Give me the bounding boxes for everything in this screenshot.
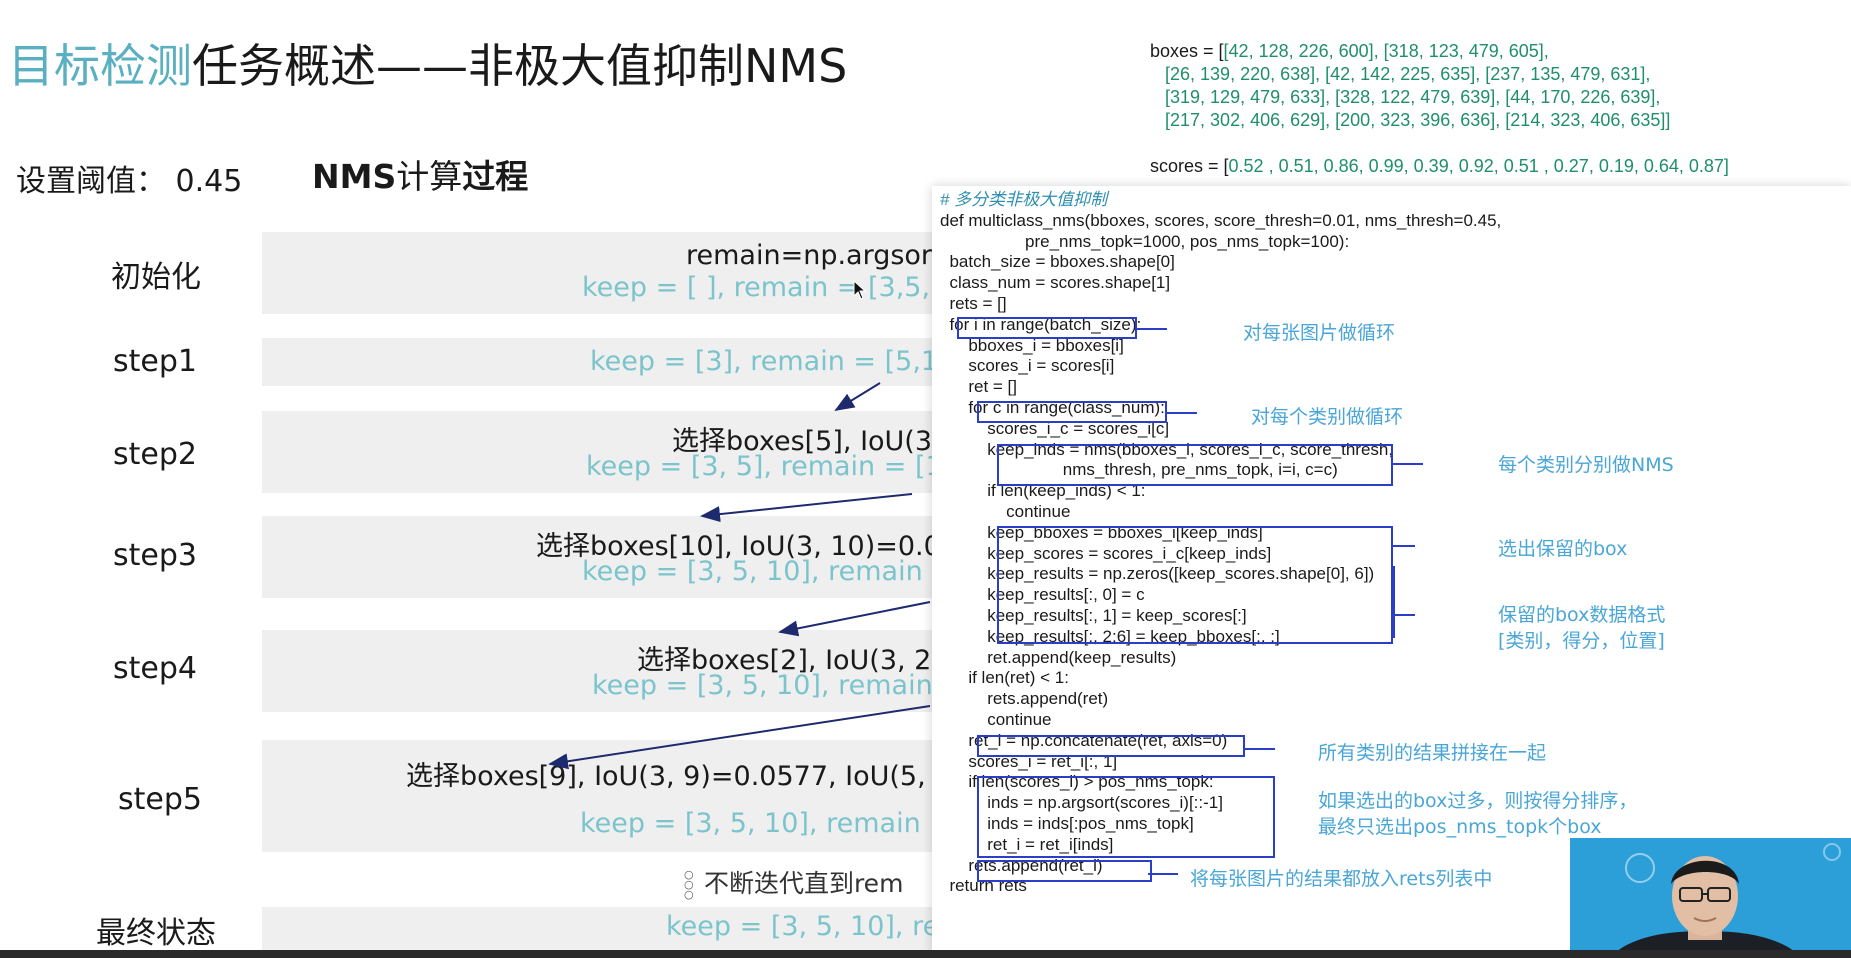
code-line: rets = [] bbox=[940, 293, 1007, 313]
connector-batch-loop bbox=[1137, 328, 1167, 330]
step2-line-2: keep = [3, 5], remain = [10 bbox=[586, 451, 960, 482]
step5-line-1: 选择boxes[9], IoU(3, 9)=0.0577, IoU(5, 9 bbox=[406, 761, 952, 792]
highlight-concatenate bbox=[977, 735, 1245, 757]
threshold-label: 设置阈值： 0.45 bbox=[16, 164, 243, 199]
slide-title-rest: 任务概述——非极大值抑制NMS bbox=[192, 39, 848, 93]
step-label-init: 初始化 bbox=[111, 260, 201, 295]
boxes-line-2: [26, 139, 220, 638], [42, 142, 225, 635]… bbox=[1165, 64, 1651, 84]
code-line: scores_i = scores[i] bbox=[940, 356, 1115, 376]
init-line-1: remain=np.argsor bbox=[686, 240, 933, 271]
step-row-step2: 选择boxes[5], IoU(3 keep = [3, 5], remain … bbox=[262, 411, 962, 493]
step-row-step1: keep = [3], remain = [5,10 bbox=[262, 338, 962, 386]
nms-heading-part1: NMS bbox=[312, 157, 397, 196]
step-row-step5: 选择boxes[9], IoU(3, 9)=0.0577, IoU(5, 9 k… bbox=[262, 740, 962, 852]
scores-values: 0.52 , 0.51, 0.86, 0.99, 0.39, 0.92, 0.5… bbox=[1228, 156, 1729, 176]
continue-row: ○ ○ ○ 不断迭代直到rem bbox=[684, 864, 903, 900]
step-label-step4: step4 bbox=[113, 651, 197, 686]
boxes-line-4: [217, 302, 406, 629], [200, 323, 396, 63… bbox=[1165, 110, 1671, 130]
boxes-line-1: [42, 128, 226, 600], [318, 123, 479, 605… bbox=[1223, 41, 1549, 61]
step-label-step2: step2 bbox=[113, 437, 197, 472]
step5-line-2: keep = [3, 5, 10], remain = bbox=[580, 808, 952, 839]
highlight-class-loop bbox=[977, 401, 1167, 423]
bottom-bar bbox=[0, 950, 1851, 958]
step-row-step3: 选择boxes[10], IoU(3, 10)=0.0 keep = [3, 5… bbox=[262, 516, 962, 598]
note-append-rets: 将每张图片的结果都放入rets列表中 bbox=[1190, 868, 1493, 890]
continue-text: 不断迭代直到rem bbox=[703, 869, 904, 898]
step-row-final: keep = [3, 5, 10], ren bbox=[262, 907, 962, 951]
connector-kept-format bbox=[1393, 614, 1415, 616]
note-loop-classes: 对每个类别做循环 bbox=[1251, 406, 1404, 428]
highlight-append-rets bbox=[977, 860, 1152, 882]
note-kept-format-1: 保留的box数据格式 bbox=[1498, 604, 1666, 626]
connector-nms-call bbox=[1393, 463, 1423, 465]
connector-concatenate bbox=[1245, 748, 1275, 750]
step-label-step5: step5 bbox=[118, 782, 202, 817]
code-line: class_num = scores.shape[1] bbox=[940, 273, 1171, 293]
note-nms-per-class: 每个类别分别做NMS bbox=[1498, 454, 1674, 476]
note-kept-format-2: [类别，得分，位置] bbox=[1498, 630, 1665, 652]
nms-heading-part2: 计算 bbox=[396, 157, 463, 196]
step-row-step4: 选择boxes[2], IoU(3, 2) keep = [3, 5, 10],… bbox=[262, 630, 962, 712]
note-loop-images: 对每张图片做循环 bbox=[1243, 322, 1396, 344]
code-line: continue bbox=[940, 709, 1052, 729]
step-label-final: 最终状态 bbox=[96, 916, 216, 951]
code-line: def multiclass_nms(bboxes, scores, score… bbox=[940, 210, 1502, 230]
code-line: continue bbox=[940, 501, 1071, 521]
presenter-webcam bbox=[1570, 838, 1851, 958]
connector-append-rets bbox=[1148, 873, 1178, 875]
bracket-kept-format bbox=[1393, 566, 1409, 638]
step-label-step1: step1 bbox=[113, 344, 197, 379]
boxes-prefix: boxes = [ bbox=[1150, 41, 1224, 61]
highlight-batch-loop bbox=[957, 317, 1137, 339]
arrow-step1-step2 bbox=[834, 382, 881, 412]
code-comment: # 多分类非极大值抑制 bbox=[940, 190, 1108, 209]
mouse-cursor-icon bbox=[853, 280, 867, 300]
slide-title-accent: 目标检测 bbox=[8, 39, 192, 93]
nms-heading: NMS计算过程 bbox=[312, 150, 528, 198]
note-select-kept: 选出保留的box bbox=[1498, 538, 1628, 560]
slide-title: 目标检测任务概述——非极大值抑制NMS bbox=[8, 30, 847, 96]
final-line-1: keep = [3, 5, 10], ren bbox=[666, 911, 957, 942]
top-code-block: boxes = [[42, 128, 226, 600], [318, 123,… bbox=[1150, 40, 1729, 178]
scores-prefix: scores = [ bbox=[1150, 156, 1229, 176]
arrow-step2-step3 bbox=[700, 493, 913, 523]
note-too-many-1: 如果选出的box过多，则按得分排序， bbox=[1318, 790, 1638, 812]
nms-heading-part3: 过程 bbox=[462, 157, 529, 196]
ellipsis-icon: ○ ○ ○ bbox=[684, 868, 694, 901]
highlight-nms-call bbox=[997, 444, 1393, 486]
connector-class-loop bbox=[1167, 412, 1197, 414]
code-line: ret = [] bbox=[940, 377, 1017, 397]
step4-line-2: keep = [3, 5, 10], remain bbox=[592, 670, 933, 701]
code-line: rets.append(ret) bbox=[940, 689, 1109, 709]
connector-select-kept bbox=[1393, 545, 1415, 547]
note-too-many-2: 最终只选出pos_nms_topk个box bbox=[1318, 816, 1602, 838]
code-line: ret.append(keep_results) bbox=[940, 647, 1177, 667]
code-line: if len(ret) < 1: bbox=[940, 668, 1069, 688]
init-line-2: keep = [ ], remain = [3,5,1 bbox=[582, 272, 948, 303]
step1-line-1: keep = [3], remain = [5,10 bbox=[590, 346, 956, 377]
note-concat-all: 所有类别的结果拼接在一起 bbox=[1318, 742, 1547, 764]
step-row-init: remain=np.argsor keep = [ ], remain = [3… bbox=[262, 232, 962, 314]
step-label-step3: step3 bbox=[113, 538, 197, 573]
highlight-topk bbox=[977, 776, 1275, 858]
arrow-step3-step4 bbox=[778, 601, 931, 637]
code-line: pre_nms_topk=1000, pos_nms_topk=100): bbox=[940, 231, 1350, 251]
code-line: batch_size = bboxes.shape[0] bbox=[940, 252, 1175, 272]
step3-line-2: keep = [3, 5, 10], remain = bbox=[582, 556, 954, 587]
boxes-line-3: [319, 129, 479, 633], [328, 122, 479, 63… bbox=[1165, 87, 1661, 107]
highlight-keep-results bbox=[997, 526, 1393, 644]
presenter-image bbox=[1610, 843, 1841, 958]
